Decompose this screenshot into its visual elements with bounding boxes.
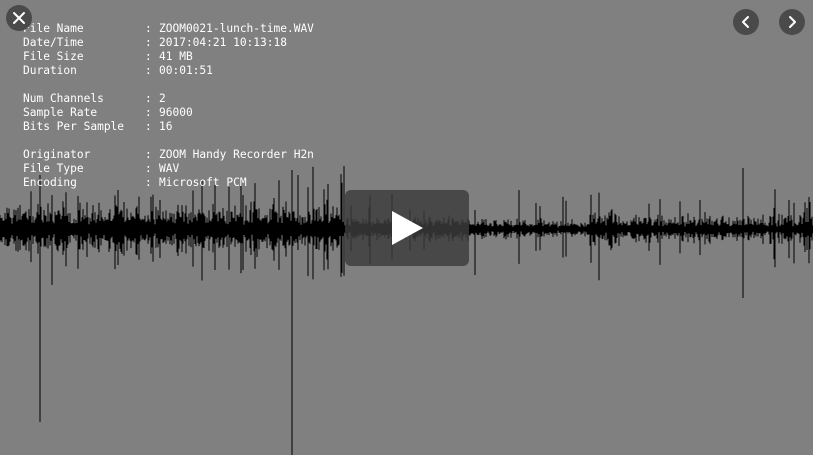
metadata-key: Encoding — [23, 176, 77, 189]
metadata-key: Date/Time — [23, 36, 84, 49]
metadata-key: File Type — [23, 162, 84, 175]
metadata-separator: : — [145, 162, 152, 175]
metadata-value: 00:01:51 — [159, 64, 213, 77]
metadata-row: File Type: WAV — [23, 162, 314, 176]
next-button[interactable] — [779, 9, 805, 35]
metadata-group: File Name: ZOOM0021-lunch-time.WAV Date/Ti… — [23, 22, 314, 78]
metadata-separator: : — [145, 22, 152, 35]
close-button[interactable] — [6, 5, 32, 31]
metadata-group: Num Channels:2 Sample Rate:96000 Bits Per … — [23, 92, 314, 134]
file-metadata-panel: File Name: ZOOM0021-lunch-time.WAV Date/Ti… — [23, 22, 314, 204]
metadata-row: Encoding: Microsoft PCM — [23, 176, 314, 190]
metadata-value: 41 MB — [159, 50, 193, 63]
audio-preview-viewer: File Name: ZOOM0021-lunch-time.WAV Date/Ti… — [0, 0, 813, 455]
metadata-key: Originator — [23, 148, 91, 161]
chevron-right-icon — [789, 16, 796, 28]
metadata-value: WAV — [159, 162, 180, 175]
metadata-key: Bits Per Sample — [23, 120, 125, 133]
metadata-key: Duration — [23, 64, 77, 77]
metadata-separator: : — [145, 106, 152, 119]
metadata-separator: : — [145, 176, 152, 189]
metadata-row: Num Channels:2 — [23, 92, 314, 106]
metadata-value: ZOOM0021-lunch-time.WAV — [159, 22, 314, 35]
metadata-group: Originator: ZOOM Handy Recorder H2n File T… — [23, 148, 314, 190]
metadata-separator: : — [145, 120, 152, 133]
metadata-value: ZOOM Handy Recorder H2n — [159, 148, 314, 161]
metadata-key: Sample Rate — [23, 106, 98, 119]
metadata-value: 2 — [159, 92, 166, 105]
metadata-key: File Name — [23, 22, 84, 35]
metadata-row: Date/Time:2017:04:21 10:13:18 — [23, 36, 314, 50]
play-icon — [392, 211, 423, 245]
play-button[interactable] — [345, 190, 469, 266]
metadata-row: Sample Rate:96000 — [23, 106, 314, 120]
metadata-value: 96000 — [159, 106, 193, 119]
metadata-key: Num Channels — [23, 92, 104, 105]
metadata-row: File Name: ZOOM0021-lunch-time.WAV — [23, 22, 314, 36]
metadata-row: Bits Per Sample:16 — [23, 120, 314, 134]
metadata-separator: : — [145, 64, 152, 77]
metadata-value: 2017:04:21 10:13:18 — [159, 36, 287, 49]
metadata-row: File Size:41 MB — [23, 50, 314, 64]
close-icon — [13, 12, 25, 24]
chevron-left-icon — [742, 16, 749, 28]
metadata-key: File Size — [23, 50, 84, 63]
metadata-value: 16 — [159, 120, 173, 133]
metadata-separator: : — [145, 36, 152, 49]
metadata-row: Duration:00:01:51 — [23, 64, 314, 78]
metadata-separator: : — [145, 148, 152, 161]
metadata-separator: : — [145, 92, 152, 105]
metadata-row: Originator: ZOOM Handy Recorder H2n — [23, 148, 314, 162]
previous-button[interactable] — [733, 9, 759, 35]
metadata-value: Microsoft PCM — [159, 176, 247, 189]
metadata-separator: : — [145, 50, 152, 63]
